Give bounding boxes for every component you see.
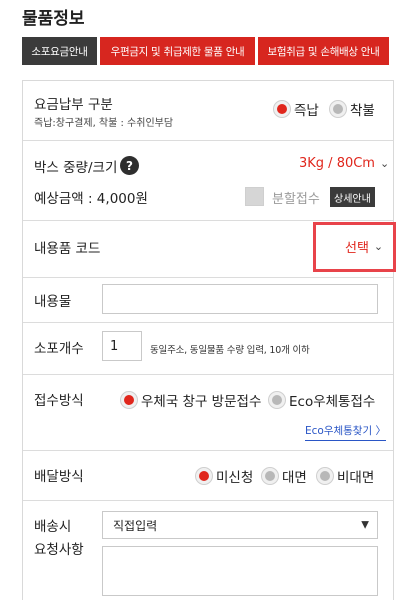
content-code-row: 내용품 코드 선택 ⌄	[23, 221, 396, 278]
insurance-guide-button[interactable]: 보험취급 및 손해배상 안내	[258, 37, 389, 65]
contents-label: 내용물	[34, 294, 72, 310]
info-tabs: 소포요금안내 우편금지 및 취급제한 물품 안내 보험취급 및 손해배상 안내	[22, 37, 392, 65]
payment-radio-cod[interactable]: 착불	[329, 99, 375, 119]
help-icon[interactable]: ?	[120, 156, 139, 175]
payment-option-label: 착불	[350, 103, 375, 119]
reception-radio-counter[interactable]: 우체국 창구 방문접수	[120, 390, 261, 410]
delivery-option-label: 대면	[282, 470, 307, 486]
request-select-value: 직접입력	[113, 518, 158, 533]
radio-selected-icon	[120, 391, 138, 409]
reception-label: 접수방식	[34, 393, 84, 409]
request-label-line1: 배송시	[34, 519, 72, 535]
chevron-down-icon: ⌄	[379, 157, 390, 170]
reception-row: 접수방식 우체국 창구 방문접수 Eco우체통접수 Eco우체통찾기 〉	[23, 375, 393, 451]
delivery-option-label: 미신청	[216, 470, 254, 486]
box-size-value: 3Kg / 80Cm	[299, 156, 375, 171]
radio-unselected-icon	[268, 391, 286, 409]
delivery-row: 배달방식 미신청 대면 비대면	[23, 451, 393, 501]
content-code-label: 내용품 코드	[34, 241, 101, 257]
box-label: 박스 중량/크기	[34, 160, 118, 176]
highlight-box	[313, 222, 396, 272]
delivery-radio-face[interactable]: 대면	[261, 466, 307, 486]
prohibited-items-guide-button[interactable]: 우편금지 및 취급제한 물품 안내	[100, 37, 255, 65]
quantity-hint: 동일주소, 동일물품 수량 입력, 10개 이하	[150, 345, 310, 356]
contents-input[interactable]	[102, 284, 378, 314]
request-row: 배송시 요청사항 직접입력 ▼	[23, 501, 393, 600]
delivery-radio-contactless[interactable]: 비대면	[316, 466, 374, 486]
payment-option-label: 즉납	[294, 103, 319, 119]
eco-mailbox-find-link[interactable]: Eco우체통찾기 〉	[305, 423, 386, 441]
reception-radio-eco[interactable]: Eco우체통접수	[268, 390, 375, 410]
reception-option-label: Eco우체통접수	[289, 394, 376, 410]
payment-radio-prepaid[interactable]: 즉납	[273, 99, 319, 119]
radio-unselected-icon	[316, 467, 334, 485]
quantity-row: 소포개수 1 동일주소, 동일물품 수량 입력, 10개 이하	[23, 323, 393, 375]
quantity-input[interactable]: 1	[102, 331, 142, 361]
request-textarea[interactable]	[102, 546, 378, 596]
box-size-select[interactable]: 3Kg / 80Cm ⌄	[299, 156, 389, 171]
radio-selected-icon	[273, 100, 291, 118]
box-row: 박스 중량/크기 ? 3Kg / 80Cm ⌄ 예상금액 : 4,000원 분할…	[23, 141, 393, 221]
estimate-label: 예상금액 : 4,000원	[34, 191, 148, 207]
radio-unselected-icon	[329, 100, 347, 118]
delivery-option-label: 비대면	[337, 470, 375, 486]
contents-row: 내용물	[23, 278, 393, 323]
radio-selected-icon	[195, 467, 213, 485]
detail-button[interactable]: 상세안내	[330, 187, 375, 207]
delivery-radio-none[interactable]: 미신청	[195, 466, 253, 486]
split-label: 분할접수	[272, 192, 320, 207]
payment-sub-label: 즉납:창구결제, 착불 : 수취인부담	[34, 118, 174, 129]
split-checkbox[interactable]	[245, 187, 264, 206]
parcel-fee-guide-button[interactable]: 소포요금안내	[22, 37, 97, 65]
request-label-line2: 요청사항	[34, 542, 84, 558]
payment-label: 요금납부 구분	[34, 97, 113, 113]
quantity-label: 소포개수	[34, 341, 84, 357]
item-info-form: 요금납부 구분 즉납:창구결제, 착불 : 수취인부담 즉납 착불 박스 중량/…	[22, 80, 396, 600]
reception-option-label: 우체국 창구 방문접수	[141, 394, 262, 410]
request-select[interactable]: 직접입력 ▼	[102, 511, 378, 539]
dropdown-arrow-icon: ▼	[361, 519, 369, 531]
delivery-label: 배달방식	[34, 469, 84, 485]
radio-unselected-icon	[261, 467, 279, 485]
section-title: 물품정보	[22, 9, 85, 29]
payment-row: 요금납부 구분 즉납:창구결제, 착불 : 수취인부담 즉납 착불	[23, 81, 393, 141]
